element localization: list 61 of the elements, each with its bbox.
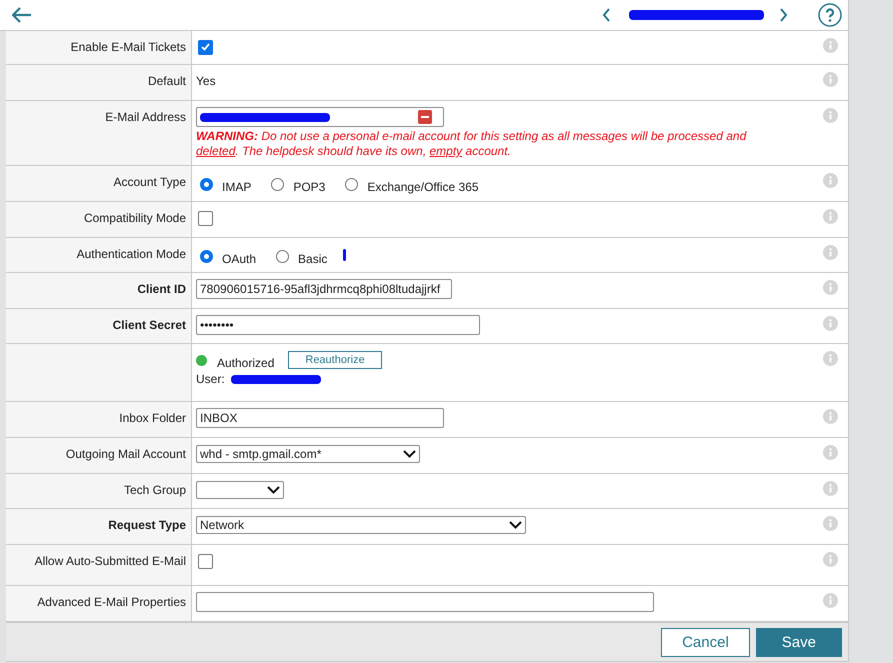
save-button[interactable]: Save: [756, 628, 842, 656]
checkbox[interactable]: [198, 554, 213, 568]
email-input-field[interactable]: [196, 107, 444, 127]
info-icon[interactable]: [822, 38, 838, 53]
chevron-right-icon[interactable]: [779, 8, 788, 22]
text-input-field[interactable]: ••••••••: [196, 315, 480, 335]
dropdown-select[interactable]: whd - smtp.gmail.com*: [196, 445, 420, 463]
field-label: Compatibility Mode: [6, 202, 192, 237]
field-label: Advanced E-Mail Properties: [6, 586, 192, 621]
radio-option[interactable]: Exchange/Office 365: [345, 172, 479, 194]
radio-option[interactable]: OAuth: [200, 244, 256, 266]
text-input-field[interactable]: INBOX: [196, 408, 444, 428]
help-icon[interactable]: [818, 3, 842, 27]
user-label: User:: [196, 372, 225, 386]
back-arrow-icon[interactable]: [12, 7, 32, 23]
info-icon[interactable]: [822, 245, 838, 260]
chevron-down-icon: [509, 521, 522, 529]
radio-option[interactable]: IMAP: [200, 172, 252, 194]
info-icon[interactable]: [822, 280, 838, 295]
field-label: Account Type: [6, 166, 192, 201]
check-icon: [201, 43, 210, 51]
field-label: Inbox Folder: [6, 402, 192, 437]
checkbox[interactable]: [198, 210, 213, 226]
field-label: Request Type: [6, 509, 192, 544]
info-icon[interactable]: [822, 351, 838, 366]
info-icon[interactable]: [822, 593, 838, 608]
info-icon[interactable]: [822, 481, 838, 496]
checkbox[interactable]: [198, 40, 213, 54]
chevron-down-icon: [403, 450, 416, 458]
dropdown-select[interactable]: [196, 481, 284, 499]
field-label: E-Mail Address: [6, 101, 192, 165]
redaction-mark: [343, 249, 346, 261]
field-label: Authentication Mode: [6, 238, 192, 272]
text-input-field[interactable]: [196, 592, 654, 612]
chevron-left-icon[interactable]: [602, 8, 611, 22]
field-label: Enable E-Mail Tickets: [6, 31, 192, 64]
field-label: Client ID: [6, 273, 192, 308]
field-label: Tech Group: [6, 474, 192, 508]
info-icon[interactable]: [822, 108, 838, 123]
info-icon[interactable]: [822, 72, 838, 87]
info-icon[interactable]: [822, 516, 838, 531]
radio-option[interactable]: Basic: [276, 244, 328, 266]
info-icon[interactable]: [822, 409, 838, 424]
status-text: Authorized: [217, 356, 274, 370]
dropdown-select[interactable]: Network: [196, 516, 526, 534]
reauthorize-button[interactable]: Reauthorize: [288, 351, 382, 369]
radio-option[interactable]: POP3: [271, 172, 326, 194]
text-input-field[interactable]: 780906015716-95afl3jdhrmcq8phi08ltudajjrkf: [196, 279, 452, 299]
field-label: Default: [6, 65, 192, 100]
warning-text: WARNING: Do not use a personal e-mail account for this setting as all messages will be processed and deleted. The helpdesk should have its own, empty account.: [196, 129, 748, 159]
field-label: Client Secret: [6, 309, 192, 343]
field-label: Outgoing Mail Account: [6, 438, 192, 473]
field-label: Allow Auto-Submitted E-Mail: [6, 545, 192, 585]
chevron-down-icon: [267, 486, 280, 494]
info-icon[interactable]: [822, 316, 838, 331]
cancel-button[interactable]: Cancel: [661, 628, 750, 656]
info-icon[interactable]: [822, 173, 838, 188]
info-icon[interactable]: [822, 209, 838, 224]
info-icon[interactable]: [822, 445, 838, 460]
info-icon[interactable]: [822, 552, 838, 567]
field-value: Yes: [196, 74, 216, 88]
